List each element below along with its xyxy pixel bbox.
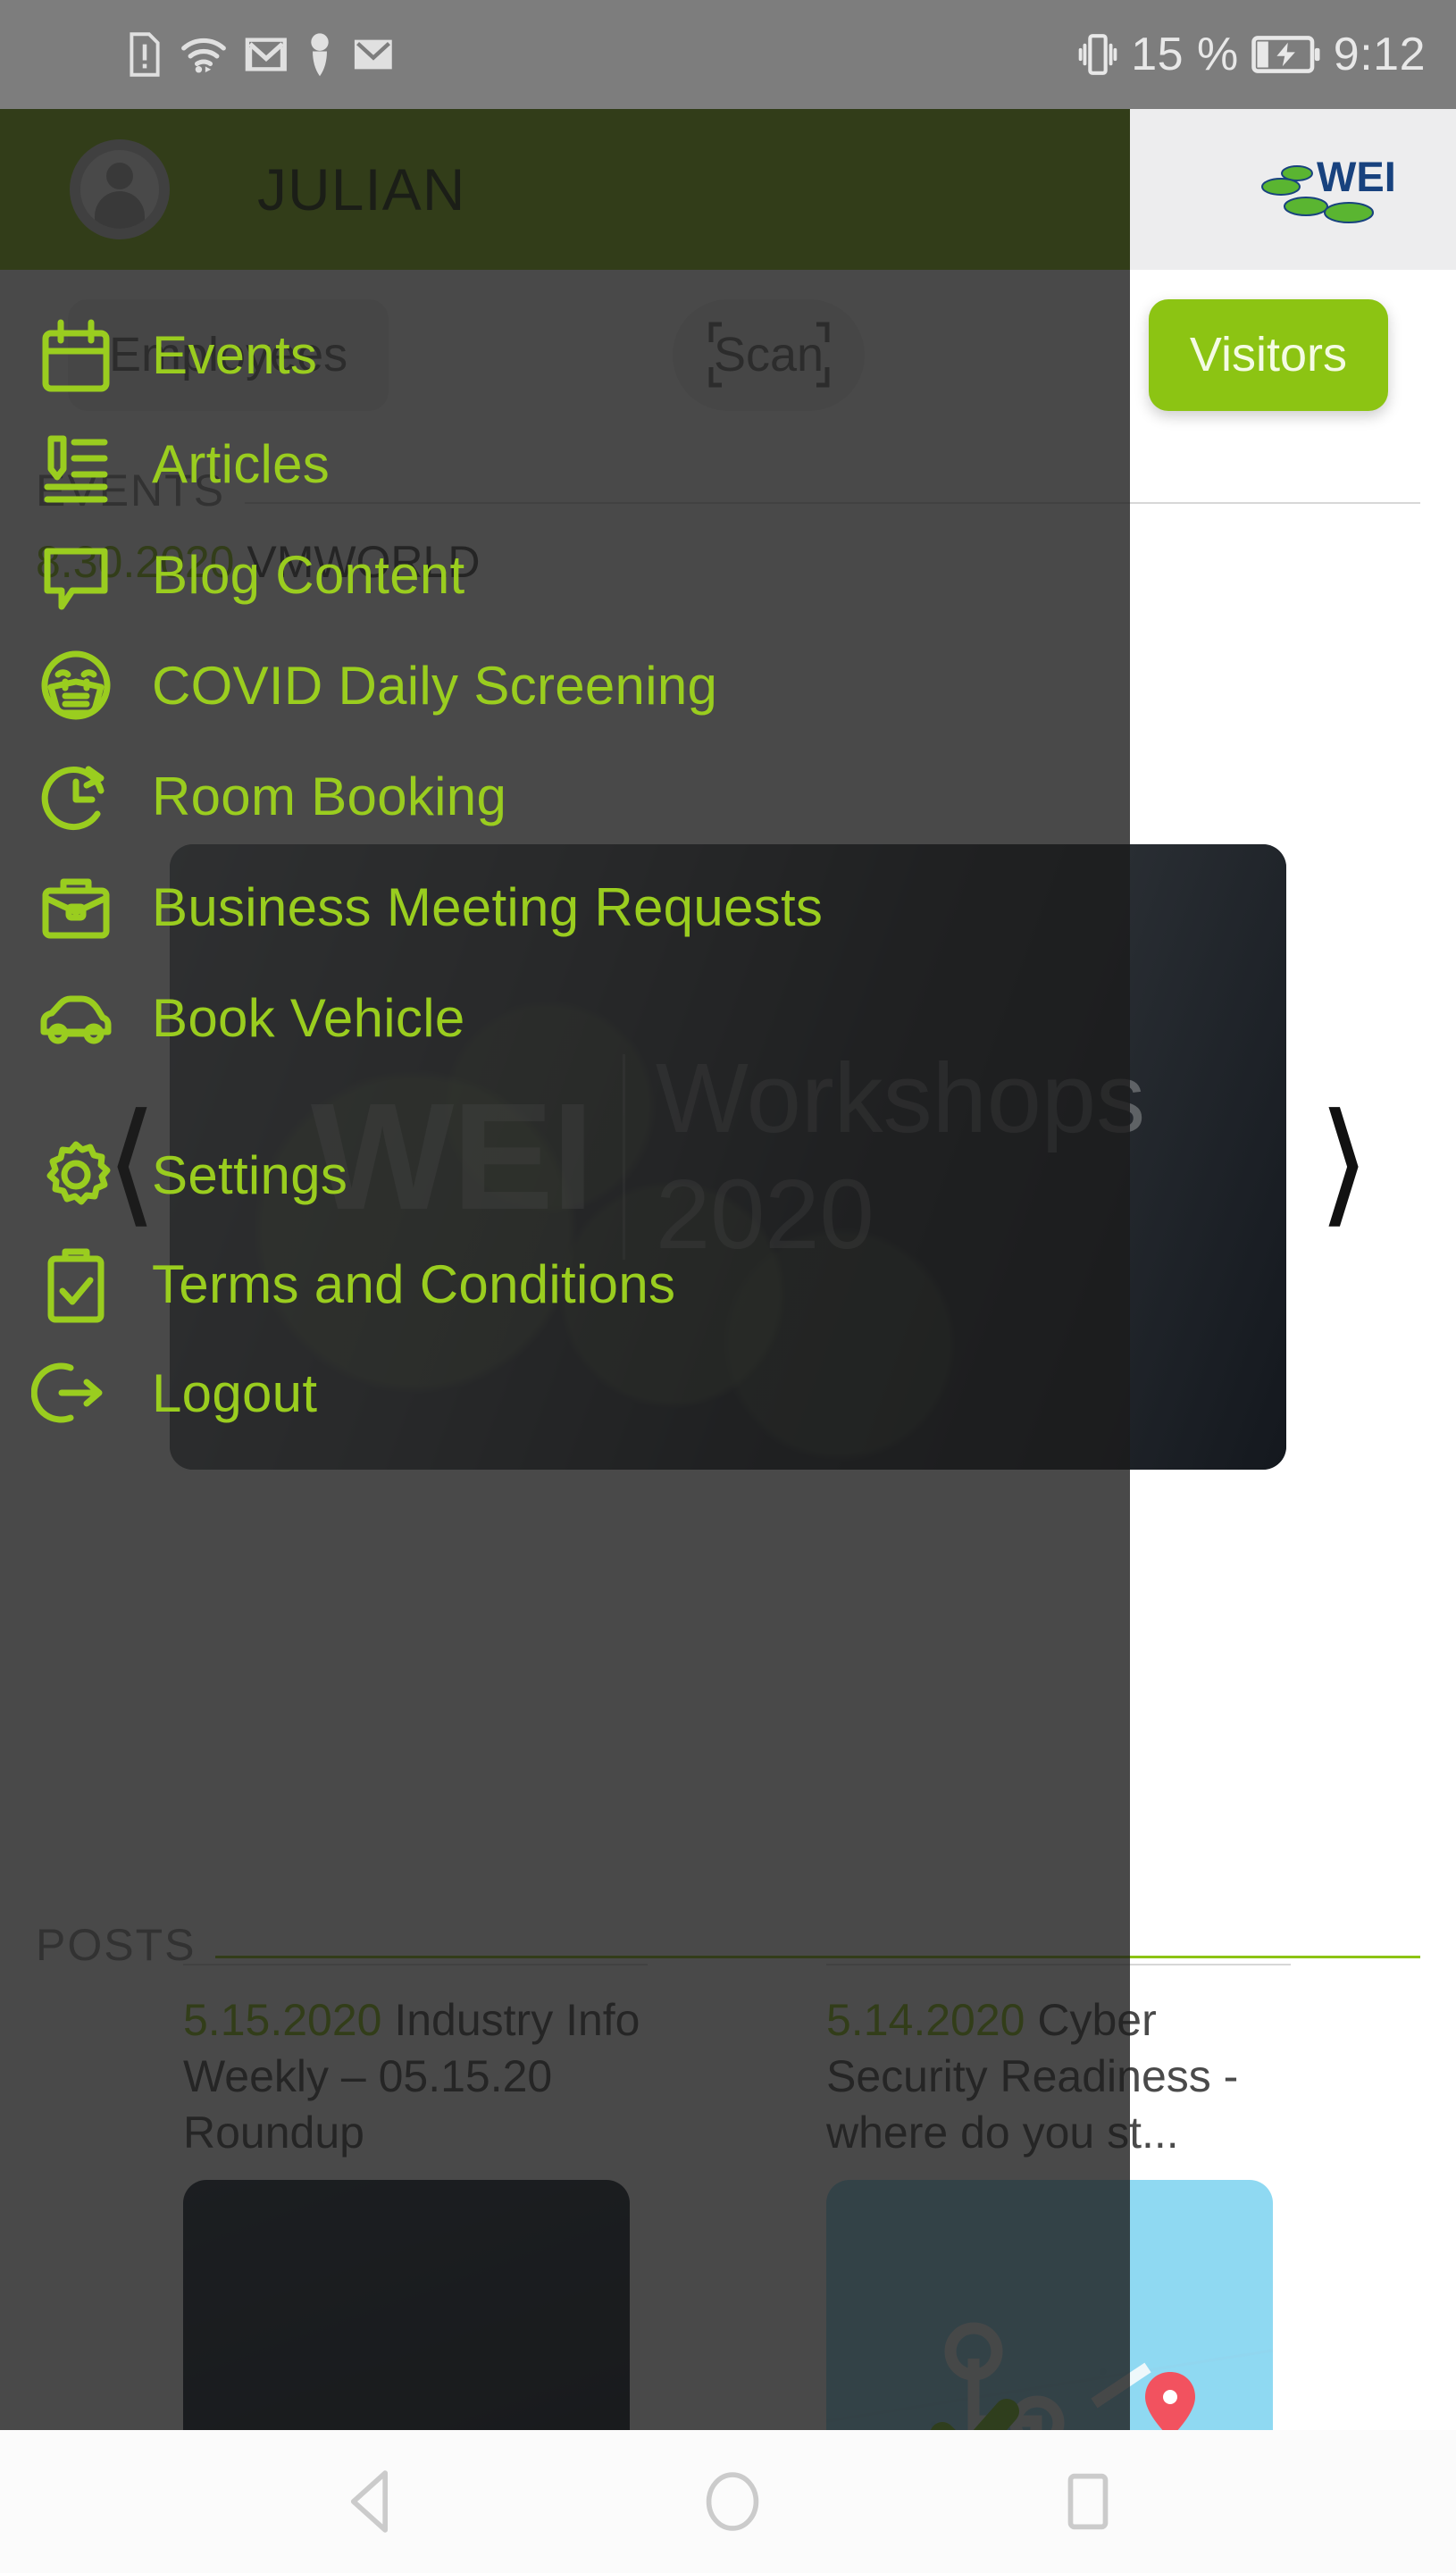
svg-text:WEI: WEI [1317, 153, 1396, 200]
speech-bubble-icon [0, 530, 152, 619]
wei-logo: WEI [1261, 153, 1396, 223]
status-bar-right: 15 % 9:12 [1077, 28, 1426, 81]
drawer-item-logout[interactable]: Logout [0, 1326, 1130, 1460]
battery-percent-label: 15 % [1131, 29, 1239, 80]
drawer-item-book-vehicle[interactable]: Book Vehicle [0, 951, 1130, 1085]
drawer-label: Book Vehicle [152, 987, 465, 1048]
gmail-icon [245, 38, 287, 71]
logout-icon [0, 1348, 152, 1437]
navigation-drawer: Events Articles Blog Content COVID Daily… [0, 109, 1130, 2573]
location-person-icon [311, 33, 329, 77]
recents-square-icon[interactable] [1060, 2467, 1116, 2536]
clock-label: 9:12 [1333, 29, 1426, 80]
face-mask-icon [0, 641, 152, 730]
battery-charging-icon [1251, 36, 1320, 73]
gear-icon [0, 1130, 152, 1219]
tab-visitors-label: Visitors [1189, 328, 1347, 381]
chevron-right-icon[interactable]: ⟩ [1318, 1096, 1370, 1230]
screen-content: JULIAN WEI Employees Scan [0, 109, 1456, 2573]
sim-alert-icon [130, 32, 160, 77]
drawer-label: Articles [152, 433, 331, 494]
article-list-icon [0, 419, 152, 508]
status-bar-left-icons [127, 31, 395, 78]
drawer-label: Settings [152, 1144, 348, 1205]
android-nav-bar [0, 2430, 1456, 2573]
vibrate-icon [1078, 34, 1117, 75]
drawer-label: Terms and Conditions [152, 1253, 676, 1314]
phone-screen: 15 % 9:12 JULIAN [0, 0, 1456, 2573]
drawer-label: Blog Content [152, 544, 465, 605]
home-circle-icon[interactable] [699, 2467, 766, 2536]
drawer-label: Room Booking [152, 766, 507, 826]
drawer-label: Logout [152, 1362, 318, 1423]
envelope-icon [354, 39, 392, 70]
tab-visitors[interactable]: Visitors [1148, 298, 1388, 411]
drawer-label: Events [152, 324, 318, 385]
briefcase-icon [0, 862, 152, 951]
wifi-icon [181, 38, 226, 73]
drawer-label: COVID Daily Screening [152, 655, 718, 716]
status-bar: 15 % 9:12 [0, 0, 1456, 109]
clock-refresh-icon [0, 751, 152, 841]
drawer-label: Business Meeting Requests [152, 876, 824, 937]
clipboard-check-icon [0, 1239, 152, 1328]
car-icon [0, 973, 152, 1062]
calendar-icon [0, 310, 152, 399]
back-triangle-icon[interactable] [340, 2467, 405, 2536]
